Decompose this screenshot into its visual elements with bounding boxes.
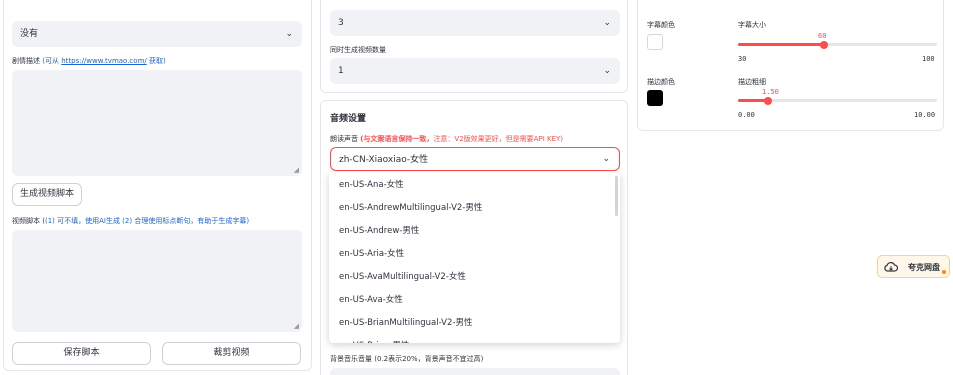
script-label-text: 视频脚本 ( bbox=[12, 217, 45, 225]
subtitle-color-label: 字幕颜色 bbox=[647, 21, 675, 29]
stroke-width-max: 10.00 bbox=[914, 111, 936, 119]
font-size-max: 100 bbox=[922, 55, 935, 63]
stroke-width-value: 1.50 bbox=[762, 88, 779, 96]
resize-grip-icon[interactable]: ◢ bbox=[294, 166, 299, 174]
voice-select-value: zh-CN-Xiaoxiao-女性 bbox=[339, 155, 429, 165]
script-label: 视频脚本 ((1) 可不填，使用AI生成 (2) 合理使用标点断句，有助于生成字… bbox=[12, 216, 249, 226]
voice-select[interactable]: zh-CN-Xiaoxiao-女性 ⌄ bbox=[330, 147, 620, 171]
plot-label-hint-open: (可从 bbox=[42, 57, 62, 65]
plot-label: 剧情描述 (可从 https://www.tvmao.com/ 获取) bbox=[12, 56, 166, 66]
voice-option[interactable]: en-US-BrianMultilingual-V2-男性 bbox=[339, 316, 472, 328]
resize-grip-icon[interactable]: ◢ bbox=[294, 322, 299, 330]
subtitle-color-swatch[interactable] bbox=[647, 34, 663, 50]
chevron-down-icon: ⌄ bbox=[602, 154, 610, 164]
select-value: 3 bbox=[338, 18, 344, 28]
crop-video-label: 裁剪视频 bbox=[213, 348, 250, 358]
font-size-value: 60 bbox=[818, 32, 827, 40]
chevron-down-icon: ⌄ bbox=[603, 66, 611, 76]
generate-script-button[interactable]: 生成视频脚本 bbox=[12, 183, 82, 206]
voice-dropdown-list[interactable]: en-US-Ana-女性 en-US-AndrewMultilingual-V2-… bbox=[329, 172, 620, 343]
voice-warning: (与文案语言保持一致， bbox=[360, 135, 434, 143]
voice-option[interactable]: en-US-AndrewMultilingual-V2-男性 bbox=[339, 201, 482, 213]
stroke-width-slider[interactable] bbox=[738, 96, 937, 105]
cloud-drive-widget[interactable]: 夸克网盘 bbox=[877, 255, 950, 278]
subtitle-panel bbox=[637, 0, 944, 131]
tvmao-link[interactable]: https://www.tvmao.com/ bbox=[61, 57, 147, 65]
stroke-color-label: 描边颜色 bbox=[647, 78, 675, 86]
save-script-button[interactable]: 保存脚本 bbox=[12, 342, 151, 365]
font-size-slider-thumb[interactable] bbox=[820, 40, 828, 49]
voice-label-text: 朗读声音 bbox=[330, 135, 358, 143]
bgm-volume-label: 背景音乐音量 (0.2表示20%，背景声音不宜过高) bbox=[330, 355, 484, 363]
font-size-min: 30 bbox=[738, 55, 747, 63]
font-size-label: 字幕大小 bbox=[738, 21, 766, 29]
cloud-icon bbox=[884, 262, 898, 272]
script-textarea[interactable]: ◢ bbox=[12, 230, 302, 332]
voice-option[interactable]: en-US-AvaMultilingual-V2-女性 bbox=[339, 270, 466, 282]
font-size-slider[interactable] bbox=[738, 40, 937, 49]
plot-textarea[interactable]: ◢ bbox=[12, 70, 302, 176]
generate-script-label: 生成视频脚本 bbox=[19, 189, 74, 199]
voice-option[interactable]: en-US-Ava-女性 bbox=[339, 293, 403, 305]
plot-label-text: 剧情描述 bbox=[12, 57, 40, 65]
voice-option[interactable]: en-US-Andrew-男性 bbox=[339, 224, 419, 236]
notification-dot bbox=[942, 270, 946, 274]
stroke-width-slider-thumb[interactable] bbox=[764, 96, 772, 105]
concurrent-label: 同时生成视频数量 bbox=[330, 46, 386, 54]
cloud-drive-label: 夸克网盘 bbox=[908, 263, 940, 272]
stroke-color-swatch[interactable] bbox=[647, 90, 663, 106]
concurrent-select[interactable]: 1 ⌄ bbox=[330, 58, 620, 84]
script-label-hint: (1) 可不填，使用AI生成 (2) 合理使用标点断句，有助于生成字幕) bbox=[44, 217, 250, 225]
chevron-down-icon: ⌄ bbox=[603, 18, 611, 28]
audio-section-title: 音频设置 bbox=[330, 114, 367, 124]
voice-label: 朗读声音 (与文案语言保持一致，注意：V2版效果更好，但是需要API KEY) bbox=[330, 134, 563, 144]
voice-option[interactable]: en-US-Ana-女性 bbox=[339, 178, 404, 190]
save-script-label: 保存脚本 bbox=[63, 348, 100, 358]
chevron-down-icon: ⌄ bbox=[285, 29, 293, 39]
voice-option[interactable]: en-US-Brian-男性 bbox=[339, 339, 409, 343]
stroke-width-label: 描边粗细 bbox=[738, 78, 766, 86]
crop-video-button[interactable]: 裁剪视频 bbox=[162, 342, 301, 365]
plot-label-hint-close: 获取) bbox=[146, 57, 166, 65]
bgm-volume-input[interactable] bbox=[330, 368, 620, 375]
top-select-middle[interactable]: 3 ⌄ bbox=[330, 10, 620, 36]
voice-option[interactable]: en-US-Aria-女性 bbox=[339, 247, 404, 259]
select-value: 1 bbox=[338, 66, 344, 76]
select-value: 没有 bbox=[20, 29, 39, 39]
top-select-left[interactable]: 没有 ⌄ bbox=[12, 21, 302, 47]
font-size-slider-fill bbox=[738, 43, 824, 46]
stroke-width-min: 0.00 bbox=[738, 111, 755, 119]
voice-note: 注意：V2版效果更好，但是需要API KEY) bbox=[433, 135, 563, 143]
dropdown-scrollbar[interactable] bbox=[615, 176, 618, 216]
